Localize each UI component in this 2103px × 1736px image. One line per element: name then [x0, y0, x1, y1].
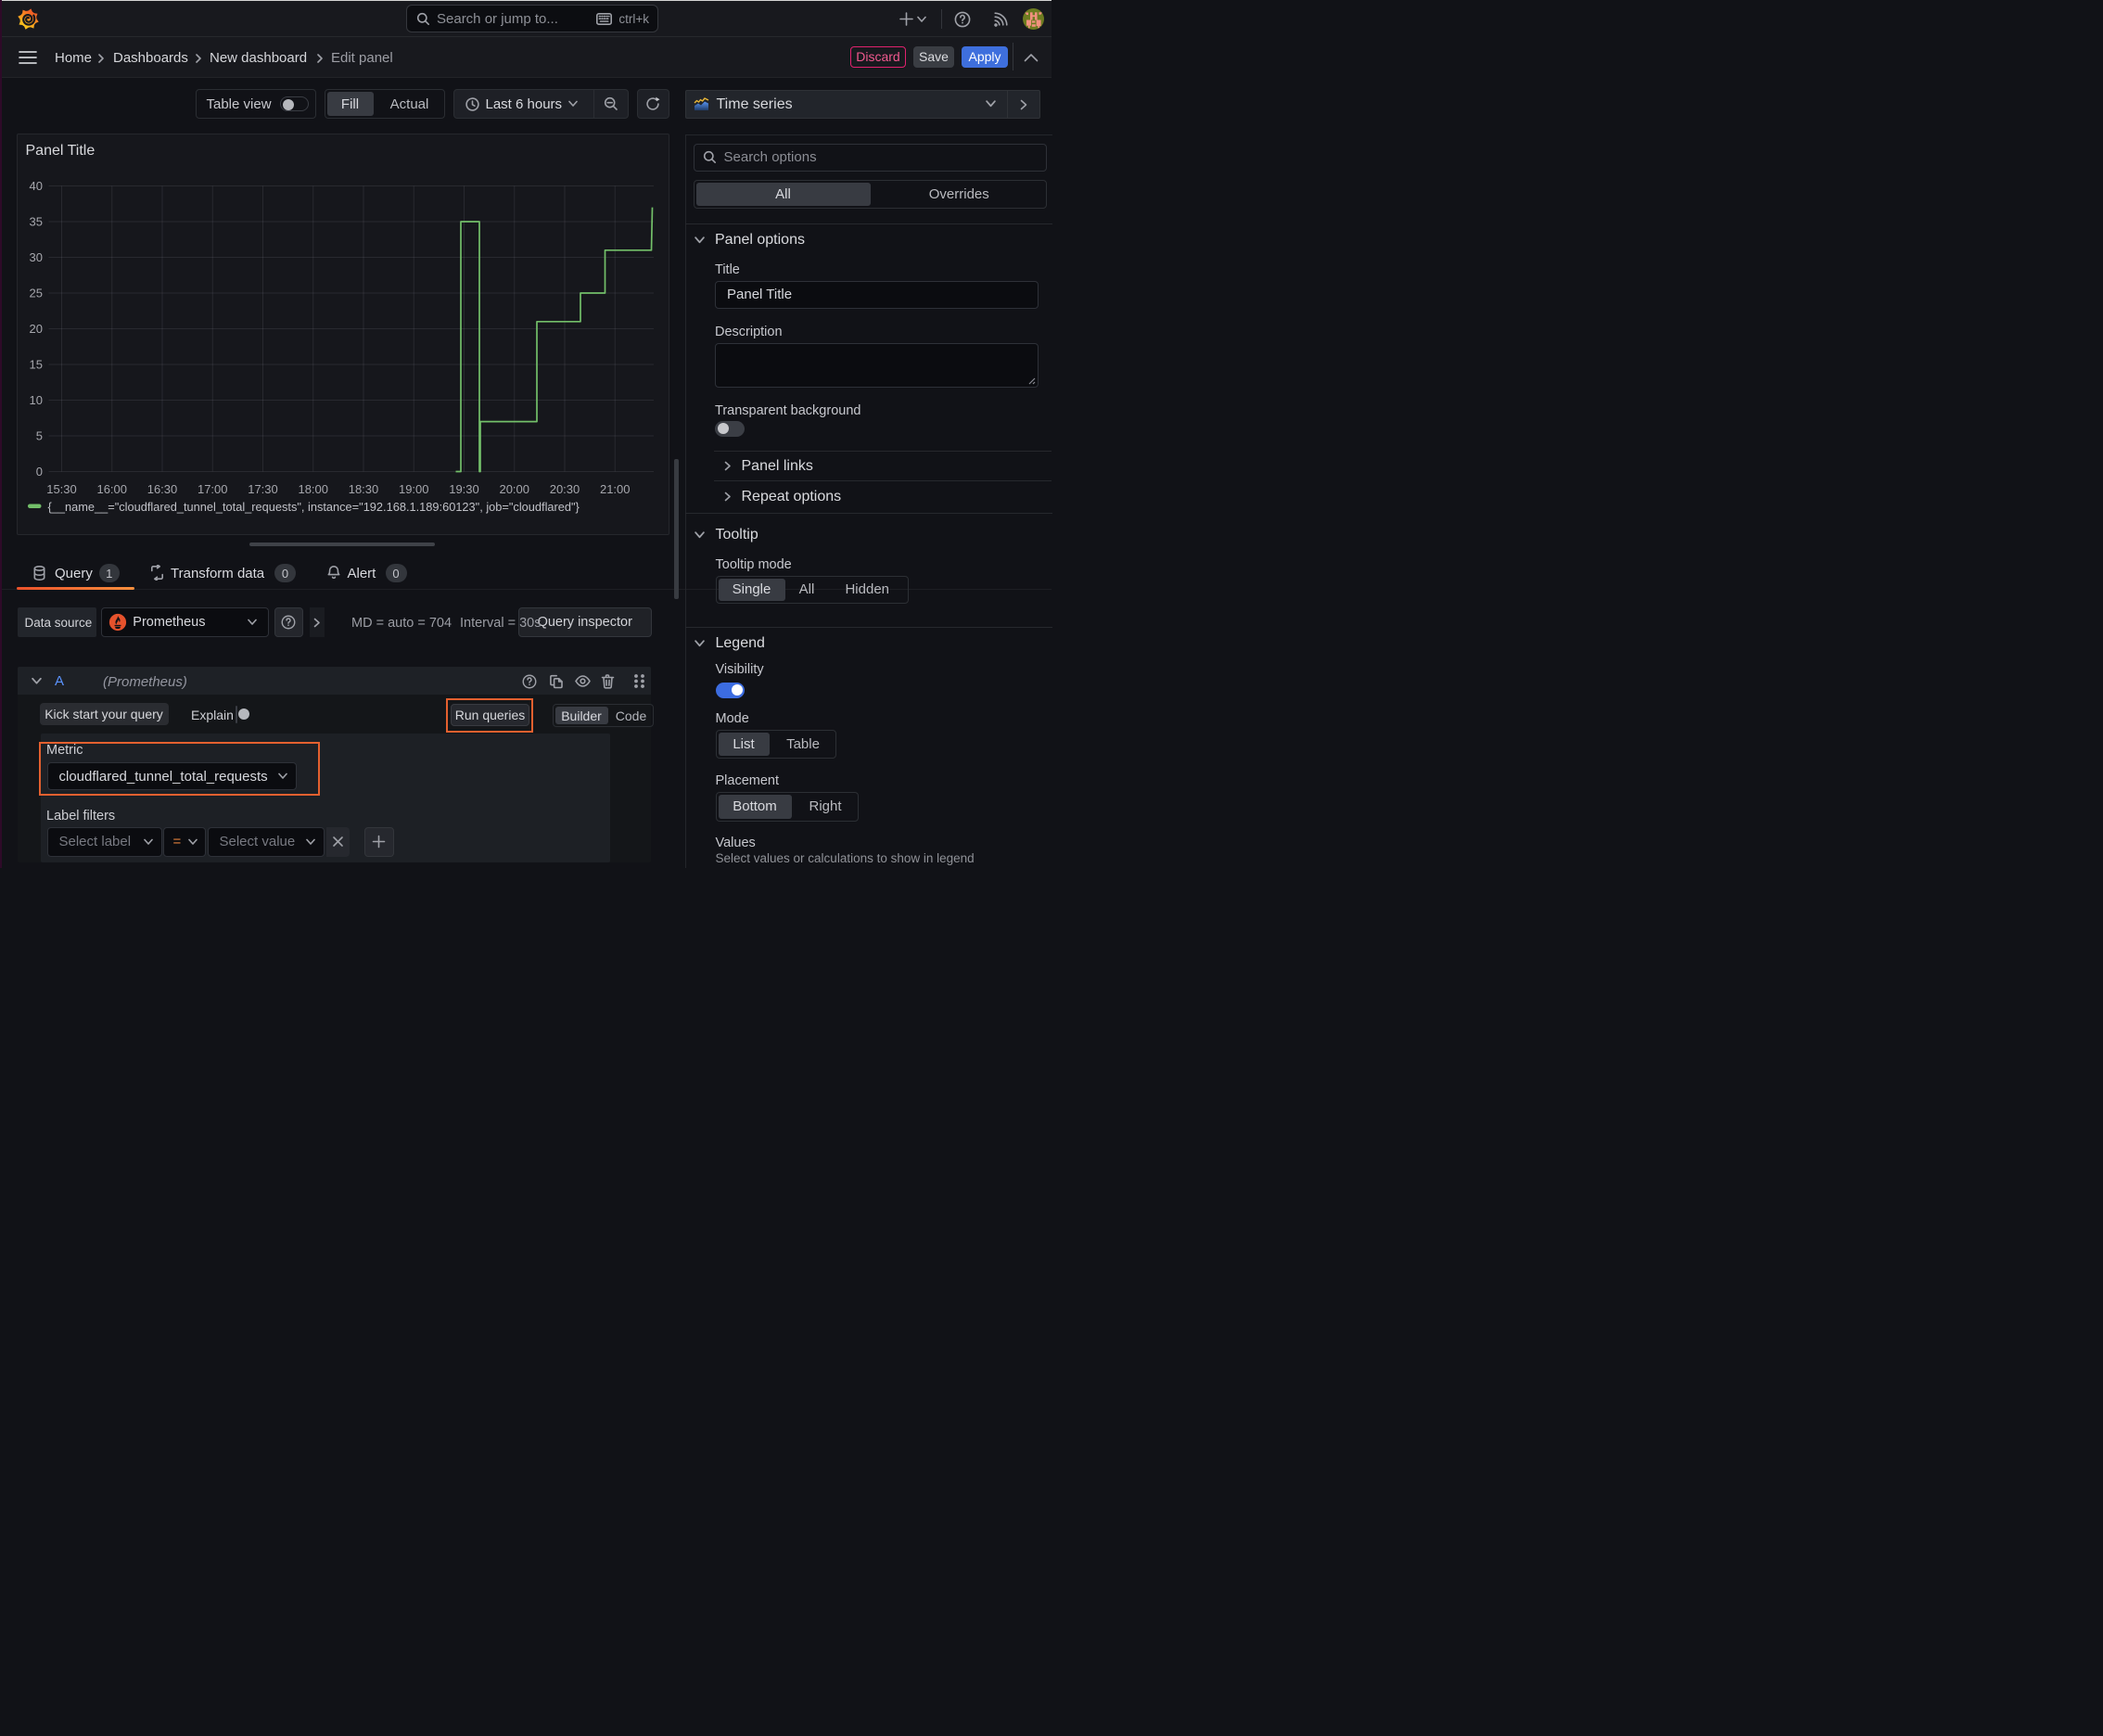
svg-text:30: 30 [30, 250, 43, 264]
svg-text:10: 10 [30, 393, 43, 407]
svg-text:17:00: 17:00 [198, 482, 228, 496]
svg-text:35: 35 [30, 215, 43, 229]
svg-text:15:30: 15:30 [46, 482, 77, 496]
svg-text:40: 40 [30, 179, 43, 193]
svg-text:21:00: 21:00 [600, 482, 631, 496]
svg-text:18:30: 18:30 [349, 482, 379, 496]
svg-text:20:30: 20:30 [550, 482, 580, 496]
svg-text:20:00: 20:00 [499, 482, 529, 496]
svg-text:19:30: 19:30 [449, 482, 479, 496]
svg-text:16:30: 16:30 [147, 482, 178, 496]
svg-text:17:30: 17:30 [248, 482, 278, 496]
svg-text:25: 25 [30, 287, 43, 300]
svg-text:16:00: 16:00 [96, 482, 127, 496]
svg-text:0: 0 [36, 465, 43, 479]
svg-text:18:00: 18:00 [298, 482, 328, 496]
svg-text:5: 5 [36, 429, 43, 443]
svg-text:20: 20 [30, 322, 43, 336]
svg-text:{__name__="cloudflared_tunnel_: {__name__="cloudflared_tunnel_total_requ… [48, 500, 580, 514]
svg-text:15: 15 [30, 358, 43, 372]
svg-text:19:00: 19:00 [399, 482, 429, 496]
